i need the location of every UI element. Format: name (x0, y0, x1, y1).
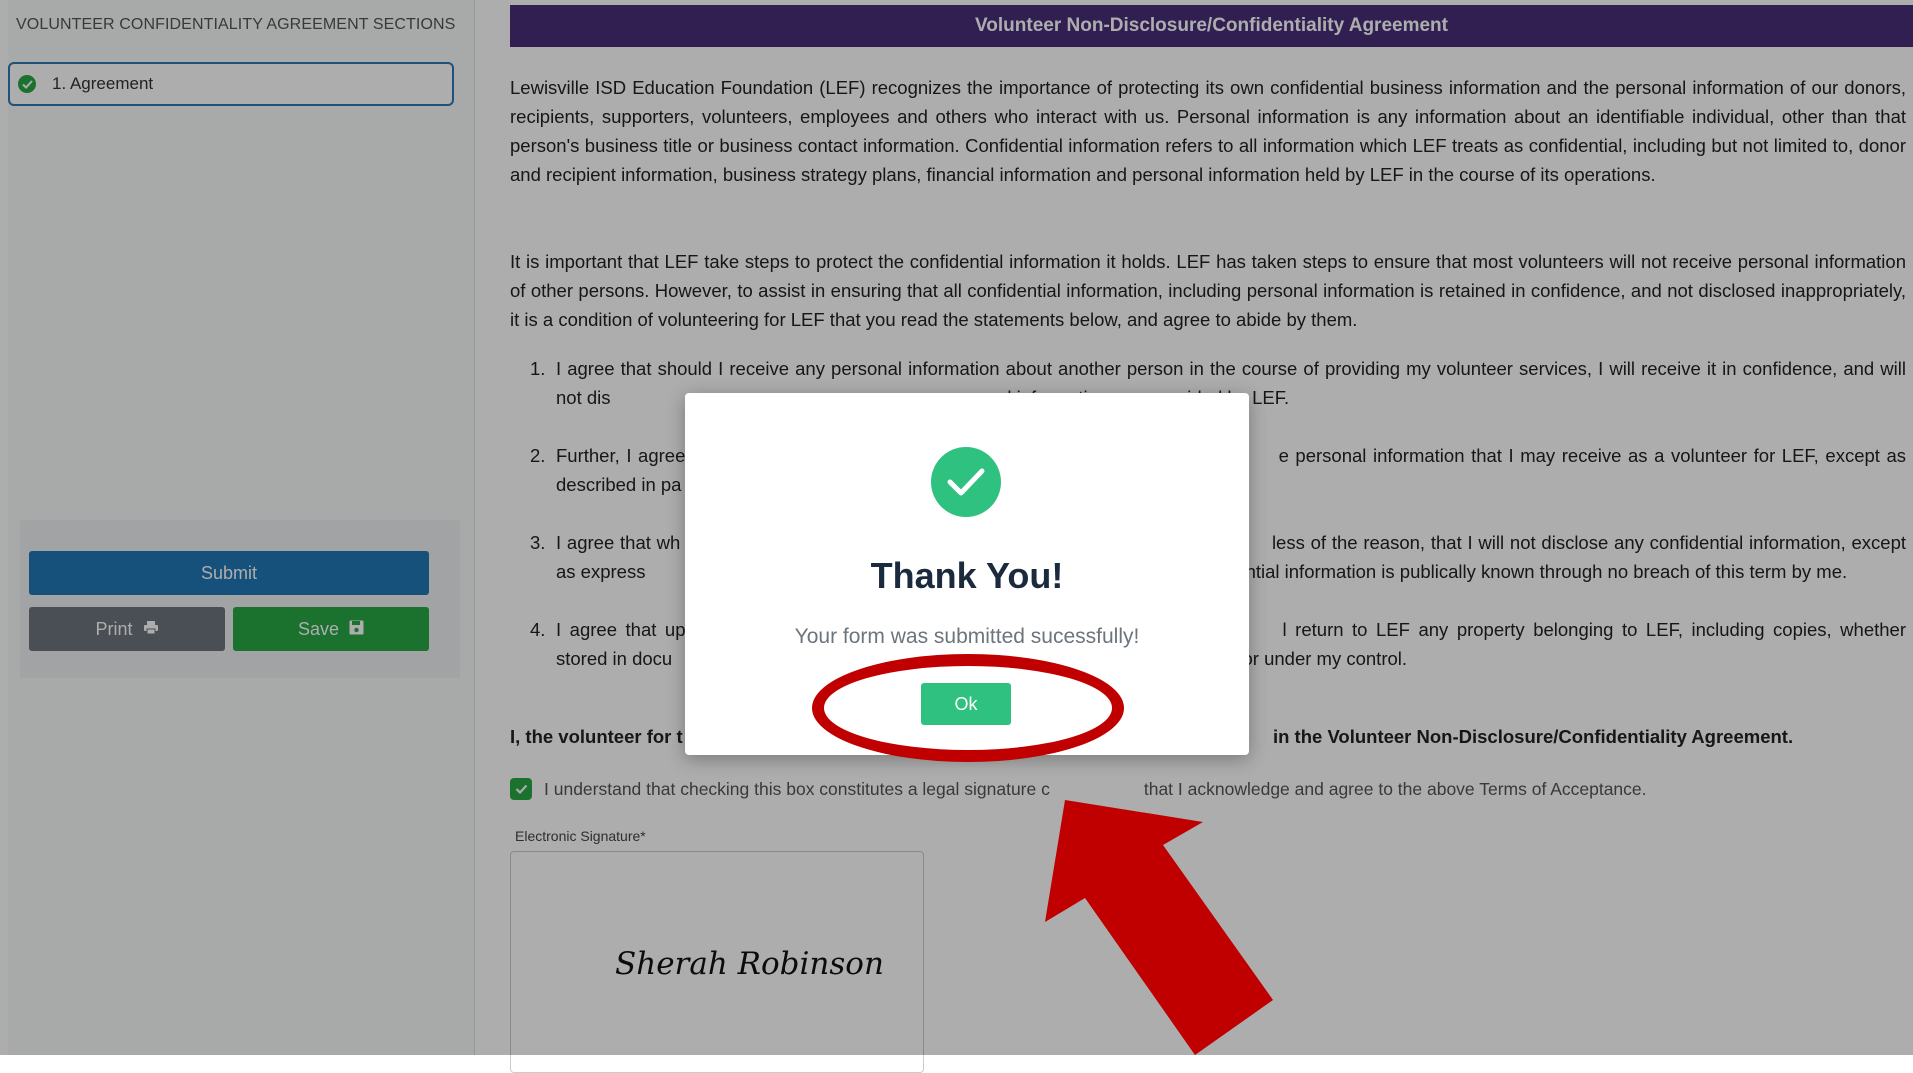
pointer-arrow-icon (1045, 800, 1273, 1055)
highlight-ellipse (812, 654, 1124, 762)
check-circle-icon (931, 447, 1001, 517)
modal-message: Your form was submitted sucessfully! (794, 625, 1140, 648)
modal-title: Thank You! (870, 555, 1064, 596)
